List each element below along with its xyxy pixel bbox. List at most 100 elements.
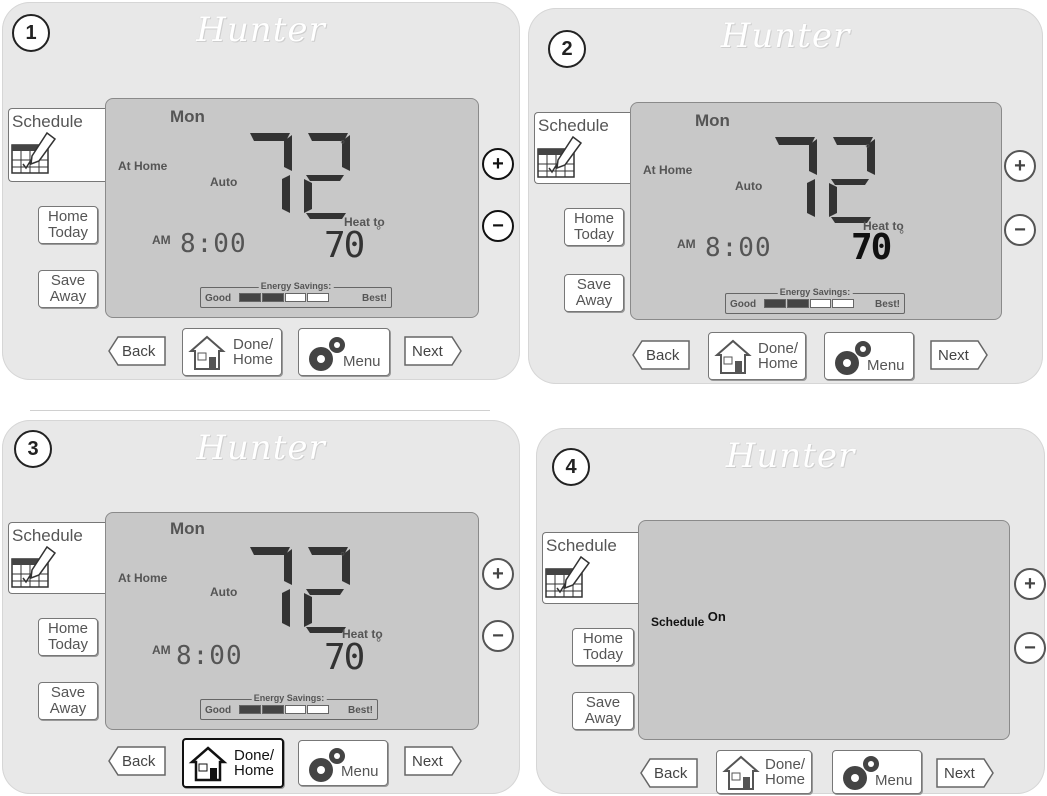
back-button-label: Back: [122, 753, 156, 770]
setpoint-degree: °: [899, 227, 905, 242]
next-button[interactable]: Next: [930, 340, 988, 370]
minus-button[interactable]: −: [1014, 632, 1046, 664]
save-away-button[interactable]: Save Away: [38, 270, 98, 308]
current-temperature-degree: °: [340, 137, 346, 152]
done-label-line1: Done/: [764, 756, 806, 773]
schedule-button[interactable]: Schedule: [8, 108, 111, 182]
hunter-logo: Hunter: [196, 10, 326, 50]
energy-good-label: Good: [205, 705, 232, 716]
save-away-line2: Away: [584, 710, 622, 727]
save-away-button[interactable]: Save Away: [564, 274, 624, 312]
menu-label: Menu: [867, 357, 905, 374]
step-2-panel: 2 Hunter Schedule Home Today Save Away M…: [528, 8, 1043, 384]
schedule-button[interactable]: Schedule: [534, 112, 635, 184]
energy-bar-segment: [786, 299, 809, 308]
minus-button[interactable]: −: [1004, 214, 1036, 246]
home-today-line2: Today: [582, 646, 624, 663]
energy-bar-segment: [307, 293, 329, 302]
save-away-line1: Save: [585, 694, 621, 711]
hunter-logo: Hunter: [725, 436, 856, 476]
house-icon: [722, 755, 760, 790]
save-away-line2: Away: [49, 288, 87, 305]
next-button-label: Next: [412, 343, 443, 360]
lcd-screen: Mon At Home Auto ° Heat to AM 8:00 70 ° …: [630, 102, 1002, 320]
calendar-icon: [11, 545, 57, 588]
save-away-button[interactable]: Save Away: [572, 692, 634, 730]
plus-button[interactable]: +: [482, 558, 514, 590]
back-button[interactable]: Back: [108, 336, 166, 366]
back-button[interactable]: Back: [108, 746, 166, 776]
home-today-button[interactable]: Home Today: [38, 618, 98, 656]
home-today-button[interactable]: Home Today: [564, 208, 624, 246]
energy-savings-label: Energy Savings:: [251, 693, 327, 703]
back-button[interactable]: Back: [640, 758, 698, 788]
day-label: Mon: [695, 111, 730, 130]
fan-label: Auto: [210, 585, 238, 599]
clock-time: 8:00: [176, 641, 243, 671]
schedule-button[interactable]: Schedule: [542, 532, 643, 604]
back-button[interactable]: Back: [632, 340, 690, 370]
back-button-label: Back: [646, 347, 680, 364]
done-home-label: Done/ Home: [761, 757, 809, 787]
home-today-button[interactable]: Home Today: [38, 206, 98, 244]
next-button[interactable]: Next: [404, 746, 462, 776]
done-home-button[interactable]: Done/ Home: [716, 750, 812, 794]
mode-label: At Home: [118, 571, 168, 585]
done-home-button[interactable]: Done/ Home: [182, 328, 282, 376]
plus-button[interactable]: +: [482, 148, 514, 180]
schedule-button-label: Schedule: [12, 112, 83, 131]
clock-time: 8:00: [180, 229, 247, 259]
schedule-button-label: Schedule: [538, 116, 609, 135]
energy-good-label: Good: [730, 299, 757, 310]
day-label: Mon: [170, 519, 205, 538]
energy-bar-segment: [284, 705, 307, 714]
menu-button[interactable]: Menu: [298, 740, 388, 786]
calendar-icon: [11, 131, 57, 174]
done-label-line1: Done/: [232, 336, 274, 353]
done-home-label: Done/ Home: [227, 337, 279, 367]
lcd-screen: Mon At Home Auto ° Heat to AM 8:00 70 ° …: [105, 512, 479, 730]
plus-button[interactable]: +: [1014, 568, 1046, 600]
minus-button[interactable]: −: [482, 210, 514, 242]
menu-button[interactable]: Menu: [832, 750, 922, 794]
minus-button[interactable]: −: [482, 620, 514, 652]
save-away-line1: Save: [50, 272, 86, 289]
energy-bar: [239, 705, 329, 714]
save-away-line2: Away: [49, 700, 87, 717]
back-button-label: Back: [122, 343, 156, 360]
energy-good-label: Good: [205, 293, 232, 304]
hunter-logo: Hunter: [196, 428, 326, 468]
menu-button[interactable]: Menu: [824, 332, 914, 380]
clock-time: 8:00: [705, 233, 772, 263]
save-away-line1: Save: [576, 276, 612, 293]
home-today-line1: Home: [47, 208, 88, 225]
save-away-button[interactable]: Save Away: [38, 682, 98, 720]
energy-best-label: Best!: [347, 705, 373, 716]
done-home-label: Done/ Home: [753, 341, 803, 371]
home-today-line2: Today: [47, 224, 89, 241]
schedule-button-label: Schedule: [12, 526, 83, 545]
menu-label: Menu: [343, 353, 381, 370]
energy-savings-meter: Energy Savings: Good Best!: [200, 693, 378, 720]
setpoint-value: 70: [324, 637, 365, 678]
ampm-label: AM: [152, 643, 171, 657]
plus-button[interactable]: +: [1004, 150, 1036, 182]
mode-label: At Home: [118, 159, 168, 173]
schedule-button[interactable]: Schedule: [8, 522, 111, 594]
energy-savings-label: Energy Savings:: [258, 281, 334, 291]
next-button[interactable]: Next: [404, 336, 462, 366]
house-icon: [714, 339, 752, 374]
energy-bar-segment: [832, 299, 854, 308]
home-today-line2: Today: [47, 636, 89, 653]
done-home-label: Done/ Home: [228, 748, 280, 778]
energy-bar-segment: [809, 299, 832, 308]
energy-best-label: Best!: [361, 293, 387, 304]
next-button-label: Next: [412, 753, 443, 770]
menu-button[interactable]: Menu: [298, 328, 390, 376]
home-today-button[interactable]: Home Today: [572, 628, 634, 666]
next-button[interactable]: Next: [936, 758, 994, 788]
done-home-button[interactable]: Done/ Home: [708, 332, 806, 380]
schedule-button-label: Schedule: [546, 536, 617, 555]
done-home-button[interactable]: Done/ Home: [182, 738, 284, 788]
current-temperature-degree: °: [865, 141, 871, 156]
